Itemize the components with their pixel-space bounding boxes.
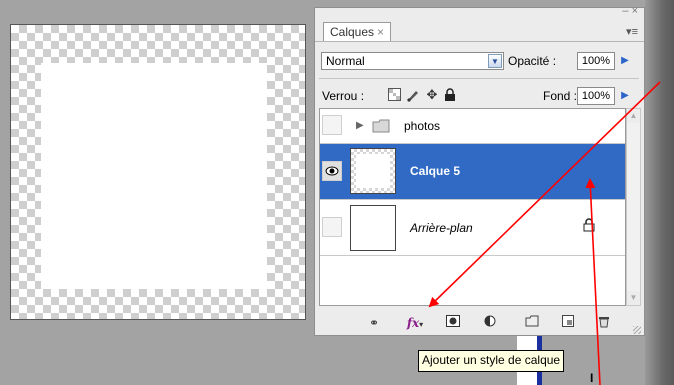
mouse-cursor-icon: I [590,371,594,385]
layer-name: Arrière-plan [410,221,473,235]
scroll-down-icon[interactable]: ▼ [627,291,640,305]
layers-panel: – × Calques × ▾≡ Normal ▼ Opacité : 100% … [314,5,645,336]
layer-thumbnail[interactable] [350,205,396,251]
layer-thumbnail[interactable] [350,148,396,194]
adjustment-icon[interactable] [482,315,500,331]
layer-row-photos[interactable]: ▶ photos [320,109,625,144]
fill-label: Fond : [543,89,578,103]
layer-row-calque5[interactable]: Calque 5 [320,144,625,200]
scroll-up-icon[interactable]: ▲ [627,109,640,123]
lock-all-icon[interactable] [443,88,457,102]
divider [319,78,639,79]
panel-menu-icon[interactable]: ▾≡ [626,25,638,38]
opacity-slider-arrow-icon[interactable]: ▶ [617,52,633,70]
lock-transparent-icon[interactable] [387,88,401,102]
tab-divider [315,41,644,42]
layer-row-arriere-plan[interactable]: Arrière-plan [320,200,625,256]
blend-mode-select[interactable]: Normal ▼ [321,52,504,70]
visibility-eye-icon[interactable] [322,161,342,181]
layer-name: photos [404,119,441,133]
visibility-toggle[interactable] [322,115,342,135]
chevron-down-icon[interactable]: ▼ [488,54,502,68]
canvas-white-area [41,63,267,289]
folder-icon [372,119,390,136]
tab-calques[interactable]: Calques × [323,22,392,42]
panel-bottom-toolbar: ⚭ fx▾ [315,310,644,336]
fill-input[interactable]: 100% [577,87,615,105]
expand-triangle-icon[interactable]: ▶ [356,120,364,131]
trash-icon[interactable] [595,315,613,331]
layers-scrollbar[interactable]: ▲ ▼ [626,108,641,306]
fx-icon[interactable]: fx▾ [403,315,427,331]
group-folder-icon[interactable] [523,315,541,331]
resize-grip-icon[interactable] [633,326,641,334]
opacity-input[interactable]: 100% [577,52,615,70]
layers-list: ▶ photos Calque 5 Arrière-plan [319,108,626,306]
tab-calques-label: Calques [330,25,375,39]
new-layer-icon[interactable] [559,315,577,331]
mask-icon[interactable] [444,315,462,331]
tooltip: Ajouter un style de calque [418,350,565,372]
lock-label: Verrou : [322,89,365,103]
lock-paint-icon[interactable] [406,88,420,102]
lock-move-icon[interactable]: ✥ [425,88,439,102]
tab-close-icon[interactable]: × [377,25,384,39]
opacity-label: Opacité : [508,54,557,68]
visibility-toggle[interactable] [322,217,342,237]
blend-mode-value: Normal [326,54,365,68]
lock-icon [583,218,595,235]
document-canvas[interactable] [10,24,306,320]
panel-window-controls[interactable]: – × [622,5,638,17]
layer-name: Calque 5 [410,164,461,178]
workspace-gutter [645,0,674,385]
link-icon[interactable]: ⚭ [365,315,383,331]
fill-slider-arrow-icon[interactable]: ▶ [617,87,633,105]
